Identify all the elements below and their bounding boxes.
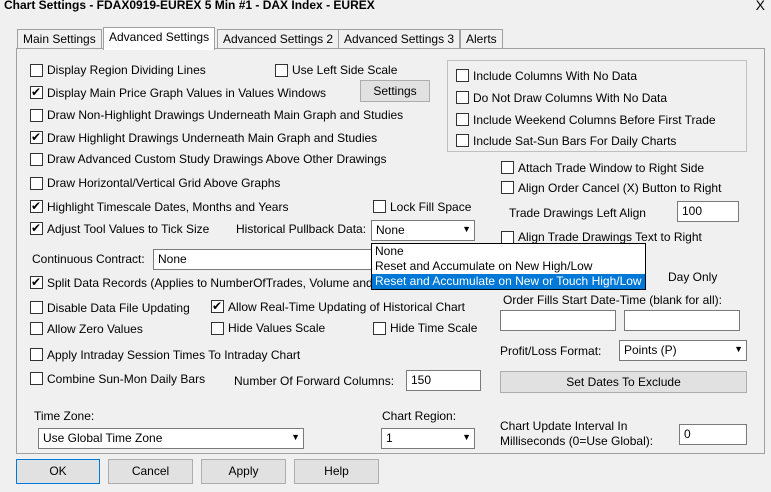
tab-alerts[interactable]: Alerts bbox=[460, 29, 503, 49]
close-icon[interactable]: X bbox=[756, 0, 765, 13]
allow-realtime-updating-checkbox[interactable] bbox=[211, 298, 224, 314]
disable-data-file-updating-label: Disable Data File Updating bbox=[47, 301, 190, 315]
draw-grid-above-checkbox[interactable] bbox=[30, 177, 43, 190]
chart-region-label: Chart Region: bbox=[382, 409, 457, 423]
chart-update-interval-input[interactable]: 0 bbox=[679, 424, 747, 445]
profit-loss-label: Profit/Loss Format: bbox=[500, 344, 602, 358]
draw-advanced-custom-label: Draw Advanced Custom Study Drawings Abov… bbox=[47, 152, 387, 166]
disable-data-file-updating-checkbox[interactable] bbox=[30, 301, 43, 314]
do-not-draw-columns-label: Do Not Draw Columns With No Data bbox=[473, 91, 668, 105]
combine-sun-mon-label: Combine Sun-Mon Daily Bars bbox=[47, 372, 206, 386]
display-main-price-graph-checkbox[interactable] bbox=[30, 84, 43, 100]
allow-zero-values-checkbox[interactable] bbox=[30, 322, 43, 335]
help-button[interactable]: Help bbox=[294, 459, 379, 484]
split-data-records-label: Split Data Records (Applies to NumberOfT… bbox=[47, 276, 373, 290]
tab-advanced-settings-3[interactable]: Advanced Settings 3 bbox=[338, 29, 461, 49]
continuous-contract-value: None bbox=[158, 252, 187, 266]
ok-button[interactable]: OK bbox=[16, 459, 100, 484]
hide-values-scale-checkbox[interactable] bbox=[211, 322, 224, 335]
draw-non-highlight-checkbox[interactable] bbox=[30, 109, 43, 122]
forward-columns-label: Number Of Forward Columns: bbox=[234, 374, 395, 388]
dropdown-option-none[interactable]: None bbox=[372, 244, 645, 259]
combine-sun-mon-checkbox[interactable] bbox=[30, 372, 43, 385]
apply-intraday-session-label: Apply Intraday Session Times To Intraday… bbox=[47, 348, 301, 362]
chevron-down-icon: ▼ bbox=[462, 224, 471, 234]
historical-pullback-dropdown-list: None Reset and Accumulate on New High/Lo… bbox=[371, 243, 646, 290]
allow-zero-values-label: Allow Zero Values bbox=[47, 322, 143, 336]
chevron-down-icon: ▼ bbox=[462, 432, 471, 442]
display-main-price-graph-label: Display Main Price Graph Values in Value… bbox=[47, 86, 327, 100]
time-zone-value: Use Global Time Zone bbox=[43, 431, 163, 445]
chart-region-value: 1 bbox=[386, 431, 393, 445]
align-order-cancel-checkbox[interactable] bbox=[501, 181, 514, 194]
window-title: Chart Settings - FDAX0919-EUREX 5 Min #1… bbox=[4, 0, 375, 12]
dropdown-option-reset-new-high-low[interactable]: Reset and Accumulate on New High/Low bbox=[372, 259, 645, 274]
trade-drawings-left-align-label: Trade Drawings Left Align bbox=[509, 206, 646, 220]
adjust-tool-values-label: Adjust Tool Values to Tick Size bbox=[47, 222, 210, 236]
include-weekend-columns-checkbox[interactable] bbox=[456, 113, 469, 126]
draw-non-highlight-label: Draw Non-Highlight Drawings Underneath M… bbox=[47, 108, 404, 122]
dropdown-option-reset-new-or-touch[interactable]: Reset and Accumulate on New or Touch Hig… bbox=[372, 274, 645, 289]
set-dates-to-exclude-button[interactable]: Set Dates To Exclude bbox=[500, 371, 747, 393]
draw-grid-above-label: Draw Horizontal/Vertical Grid Above Grap… bbox=[47, 176, 281, 190]
attach-trade-window-checkbox[interactable] bbox=[501, 161, 514, 174]
align-order-cancel-label: Align Order Cancel (X) Button to Right bbox=[518, 181, 722, 195]
hide-time-scale-checkbox[interactable] bbox=[373, 322, 386, 335]
do-not-draw-columns-checkbox[interactable] bbox=[456, 91, 469, 104]
draw-highlight-checkbox[interactable] bbox=[30, 129, 43, 145]
tab-advanced-settings[interactable]: Advanced Settings bbox=[103, 27, 216, 50]
include-sat-sun-bars-label: Include Sat-Sun Bars For Daily Charts bbox=[473, 134, 677, 148]
historical-pullback-select[interactable]: None ▼ bbox=[371, 220, 475, 241]
highlight-timescale-label: Highlight Timescale Dates, Months and Ye… bbox=[47, 200, 289, 214]
title-bar: Chart Settings - FDAX0919-EUREX 5 Min #1… bbox=[0, 0, 771, 14]
forward-columns-input[interactable]: 150 bbox=[406, 370, 481, 391]
include-sat-sun-bars-checkbox[interactable] bbox=[456, 134, 469, 147]
chevron-down-icon: ▼ bbox=[291, 432, 300, 442]
historical-pullback-value: None bbox=[376, 223, 405, 237]
display-region-dividing-lines-label: Display Region Dividing Lines bbox=[47, 63, 206, 77]
trade-drawings-left-align-input[interactable]: 100 bbox=[677, 201, 739, 222]
profit-loss-select[interactable]: Points (P) ▼ bbox=[619, 340, 747, 361]
split-data-records-checkbox[interactable] bbox=[30, 274, 43, 290]
hide-time-scale-label: Hide Time Scale bbox=[390, 321, 478, 335]
continuous-contract-label: Continuous Contract: bbox=[32, 252, 145, 266]
allow-realtime-updating-label: Allow Real-Time Updating of Historical C… bbox=[228, 300, 465, 314]
time-zone-select[interactable]: Use Global Time Zone ▼ bbox=[38, 428, 304, 449]
use-left-side-scale-label: Use Left Side Scale bbox=[292, 63, 398, 77]
display-region-dividing-lines-checkbox[interactable] bbox=[30, 64, 43, 77]
attach-trade-window-label: Attach Trade Window to Right Side bbox=[518, 161, 705, 175]
hide-values-scale-label: Hide Values Scale bbox=[228, 321, 326, 335]
settings-button[interactable]: Settings bbox=[360, 80, 430, 102]
order-fills-start-time-input[interactable] bbox=[624, 310, 740, 331]
cancel-button[interactable]: Cancel bbox=[108, 459, 193, 484]
chart-region-select[interactable]: 1 ▼ bbox=[381, 428, 475, 449]
draw-highlight-label: Draw Highlight Drawings Underneath Main … bbox=[47, 131, 378, 145]
order-fills-start-date-input[interactable] bbox=[500, 310, 616, 331]
tab-advanced-settings-2[interactable]: Advanced Settings 2 bbox=[217, 29, 340, 49]
include-columns-no-data-label: Include Columns With No Data bbox=[473, 69, 638, 83]
apply-button[interactable]: Apply bbox=[201, 459, 286, 484]
chart-update-label-line1: Chart Update Interval In bbox=[500, 419, 628, 433]
include-columns-no-data-checkbox[interactable] bbox=[456, 69, 469, 82]
highlight-timescale-checkbox[interactable] bbox=[30, 198, 43, 214]
lock-fill-space-label: Lock Fill Space bbox=[390, 200, 472, 214]
profit-loss-value: Points (P) bbox=[624, 343, 677, 357]
order-fills-label: Order Fills Start Date-Time (blank for a… bbox=[503, 293, 722, 307]
adjust-tool-values-checkbox[interactable] bbox=[30, 220, 43, 236]
tab-main-settings[interactable]: Main Settings bbox=[17, 29, 102, 49]
align-trade-drawings-text-label: Align Trade Drawings Text to Right bbox=[518, 230, 702, 244]
chevron-down-icon: ▼ bbox=[734, 344, 743, 354]
time-zone-label: Time Zone: bbox=[34, 409, 95, 423]
day-only-label: Day Only bbox=[668, 270, 718, 284]
use-left-side-scale-checkbox[interactable] bbox=[275, 64, 288, 77]
historical-pullback-label: Historical Pullback Data: bbox=[236, 222, 367, 236]
apply-intraday-session-checkbox[interactable] bbox=[30, 348, 43, 361]
draw-advanced-custom-checkbox[interactable] bbox=[30, 153, 43, 166]
include-weekend-columns-label: Include Weekend Columns Before First Tra… bbox=[473, 113, 716, 127]
continuous-contract-select[interactable]: None bbox=[153, 249, 378, 270]
chart-update-label-line2: Milliseconds (0=Use Global): bbox=[500, 434, 654, 448]
lock-fill-space-checkbox[interactable] bbox=[373, 200, 386, 213]
